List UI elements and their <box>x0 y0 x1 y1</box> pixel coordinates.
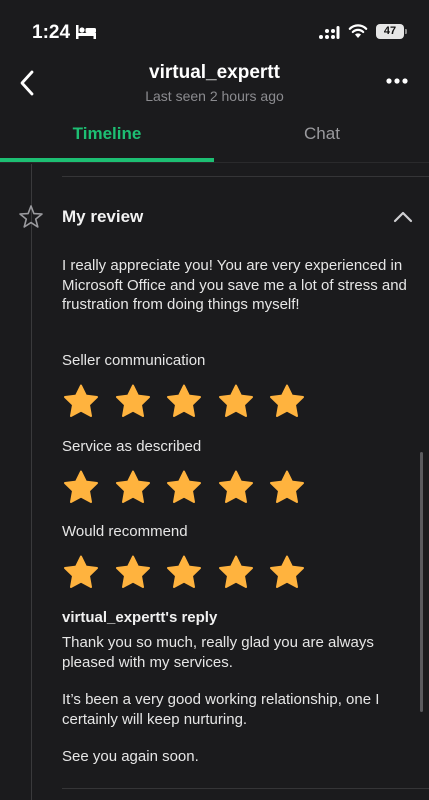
review-section-title[interactable]: My review <box>62 207 143 227</box>
contact-name: virtual_expertt <box>149 62 280 83</box>
section-divider <box>62 788 429 789</box>
star-icon <box>218 470 253 503</box>
star-icon <box>115 470 150 503</box>
star-icon <box>64 555 98 588</box>
more-dots-icon[interactable] <box>382 70 412 92</box>
rating-label-service-as-described: Service as described <box>62 438 202 455</box>
header: virtual_expertt Last seen 2 hours ago <box>0 58 429 108</box>
tabs-divider <box>0 162 429 163</box>
battery-tip <box>405 29 407 34</box>
section-divider <box>62 176 429 177</box>
tab-timeline[interactable]: Timeline <box>0 112 214 164</box>
reply-paragraph: It’s been a very good working relationsh… <box>62 691 380 728</box>
reply-paragraph: See you again soon. <box>62 748 199 765</box>
star-icon <box>270 384 304 417</box>
bed-icon <box>76 25 96 39</box>
timeline-line <box>31 164 32 800</box>
tab-chat[interactable]: Chat <box>215 112 429 164</box>
reply-title: virtual_expertt's reply <box>62 609 218 626</box>
star-outline-icon <box>19 205 43 228</box>
star-icon <box>270 470 304 503</box>
rating-label-seller-communication: Seller communication <box>62 352 206 369</box>
status-bar: 1:24 47 <box>0 0 429 58</box>
tab-bar: Timeline Chat <box>0 112 429 164</box>
scrollbar[interactable] <box>420 452 423 712</box>
battery-icon: 47 <box>376 24 404 39</box>
star-icon <box>167 384 201 417</box>
star-icon <box>167 470 201 503</box>
wifi-icon <box>348 24 368 38</box>
star-icon <box>218 555 253 588</box>
reply-paragraph: Thank you so much, really glad you are a… <box>62 634 374 671</box>
chevron-up-icon[interactable] <box>390 206 416 228</box>
review-text: I really appreciate you! You are very ex… <box>62 257 407 313</box>
star-icon <box>218 384 253 417</box>
status-time: 1:24 <box>32 22 71 43</box>
star-icon <box>115 555 150 588</box>
star-icon <box>64 470 98 503</box>
cellular-signal-icon <box>319 26 340 39</box>
last-seen-status: Last seen 2 hours ago <box>145 88 284 104</box>
star-icon <box>270 555 304 588</box>
rating-label-would-recommend: Would recommend <box>62 523 188 540</box>
star-icon <box>115 384 150 417</box>
star-icon <box>64 384 98 417</box>
star-icon <box>167 555 201 588</box>
